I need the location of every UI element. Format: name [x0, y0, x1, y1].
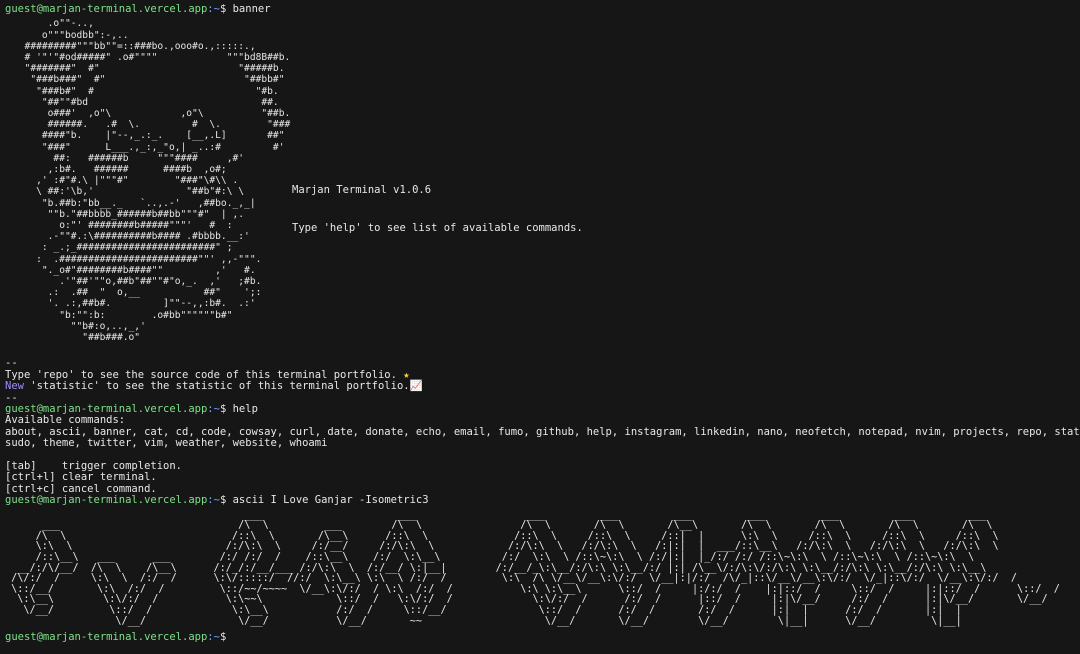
chart-increasing-icon: 📈: [409, 380, 423, 393]
shortcut-tab: [tab] trigger completion.: [5, 460, 183, 473]
repo-message-text: Type 'repo' to see the source code of th…: [5, 368, 397, 381]
prompt-symbol: $: [219, 494, 227, 507]
banner-hint: Type 'help' to see list of available com…: [292, 222, 583, 235]
command-line-banner: guest@marjan-terminal.vercel.app:~$ bann…: [5, 3, 1080, 15]
prompt-symbol: $: [219, 3, 227, 15]
help-commands-list: sudo, theme, twitter, vim, weather, webs…: [5, 437, 328, 450]
prompt-symbol: $: [219, 403, 227, 416]
prompt-path: :~: [207, 403, 220, 416]
shortcut-clear: [ctrl+l] clear terminal.: [5, 471, 157, 484]
prompt-user-host: guest@marjan-terminal.vercel.app: [5, 631, 208, 644]
ascii-art-output: ___ ___ ___ ___ ___ ___ ___ ___ ___ ___ …: [11, 509, 1060, 627]
terminal-window[interactable]: guest@marjan-terminal.vercel.app:~$ bann…: [0, 0, 1080, 654]
command-line-current[interactable]: guest@marjan-terminal.vercel.app:~$: [5, 631, 1080, 643]
banner-title: Marjan Terminal v1.0.6: [292, 184, 432, 197]
prompt-user-host: guest@marjan-terminal.vercel.app: [5, 494, 208, 507]
text-cursor: [233, 631, 240, 642]
banner-ascii-art: .o""-.., o"""bodbb":-,.. #########"""bb"…: [24, 18, 291, 344]
prompt-user-host: guest@marjan-terminal.vercel.app: [5, 403, 208, 416]
prompt-symbol: $: [219, 631, 227, 644]
command-text: help: [232, 403, 258, 416]
statistic-message: New 'statistic' to see the statistic of …: [5, 381, 1080, 392]
statistic-message-text: 'statistic' to see the statistic of this…: [23, 380, 410, 393]
banner-output: .o""-.., o"""bodbb":-,.. #########"""bb"…: [5, 18, 1080, 358]
star-icon: ★: [403, 368, 410, 381]
command-line-ascii: guest@marjan-terminal.vercel.app:~$ asci…: [5, 495, 1080, 506]
command-text: banner: [232, 3, 271, 15]
prompt-path: :~: [207, 494, 220, 507]
prompt-path: :~: [207, 631, 220, 644]
command-line-help: guest@marjan-terminal.vercel.app:~$ help: [5, 403, 1080, 416]
prompt-path: :~: [207, 3, 220, 15]
new-label: New: [5, 380, 24, 393]
prompt-user-host: guest@marjan-terminal.vercel.app: [5, 3, 208, 15]
command-text: ascii I Love Ganjar -Isometric3: [232, 494, 429, 507]
